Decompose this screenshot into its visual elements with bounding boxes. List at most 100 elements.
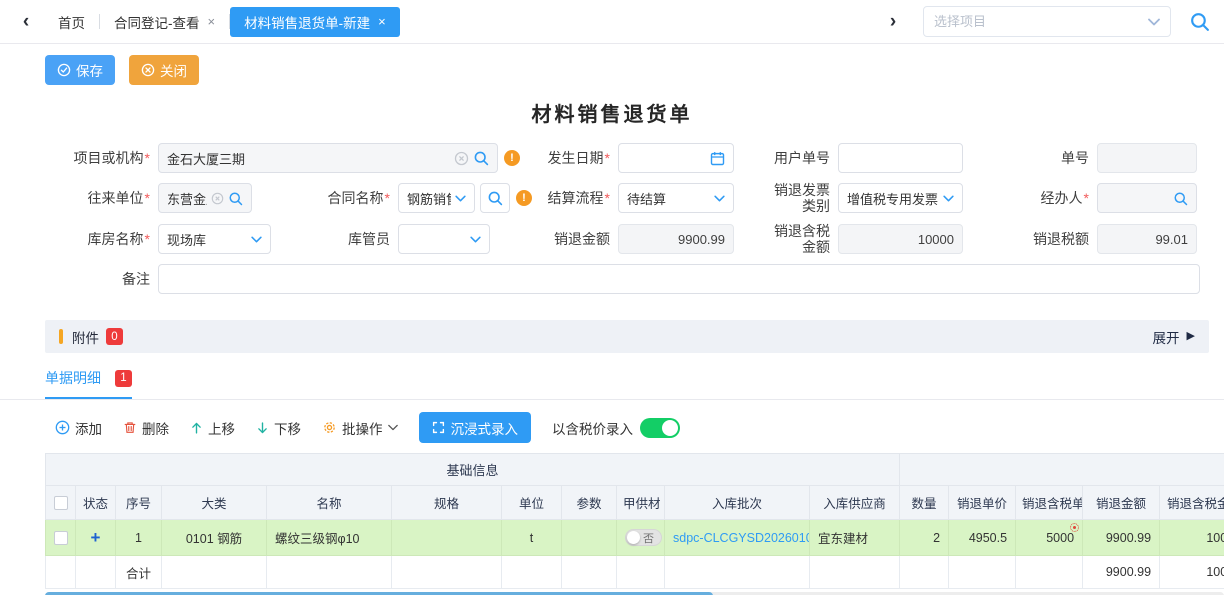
- delete-row-button[interactable]: 删除: [123, 418, 169, 438]
- group-header-basic-info: 基础信息: [46, 454, 900, 486]
- project-select[interactable]: [923, 6, 1171, 37]
- amount-field: 9900.99: [618, 224, 734, 254]
- cell-spec[interactable]: [392, 520, 502, 556]
- col-inbound-batch: 入库批次: [665, 486, 810, 520]
- cell-param[interactable]: [562, 520, 617, 556]
- invoice-type-select[interactable]: 增值税专用发票: [838, 183, 963, 213]
- select-all-header: [46, 486, 76, 520]
- attachment-bar[interactable]: 附件 0 展开 ▶: [45, 320, 1209, 353]
- tax-entry-toggle-group: 以含税价录入: [552, 418, 680, 438]
- cell-inbound-supplier[interactable]: 宜东建材: [810, 520, 900, 556]
- col-category: 大类: [162, 486, 267, 520]
- tab-contract-view[interactable]: 合同登记-查看 ×: [100, 7, 229, 37]
- invoice-type-label: 销退发票类别: [743, 182, 838, 214]
- search-icon[interactable]: [1189, 11, 1210, 32]
- calendar-icon[interactable]: [710, 151, 725, 166]
- doc-no-label: 单号: [975, 150, 1097, 166]
- project-field[interactable]: 金石大厦三期: [158, 143, 498, 173]
- action-bar: 保存 关闭: [45, 55, 1224, 85]
- remark-input[interactable]: [167, 272, 1191, 287]
- row-status-cell[interactable]: +: [76, 520, 116, 556]
- contract-select[interactable]: 钢筋销售: [398, 183, 475, 213]
- header-form: 项目或机构* 金石大厦三期 ! 发生日期* 用户单号: [40, 143, 1212, 294]
- info-icon[interactable]: !: [516, 190, 532, 206]
- counterparty-field[interactable]: 东营金辰建: [158, 183, 252, 213]
- select-all-checkbox[interactable]: [54, 496, 68, 510]
- search-icon[interactable]: [228, 191, 243, 206]
- date-input[interactable]: [627, 151, 706, 166]
- tab-contract-view-label: 合同登记-查看: [114, 12, 200, 32]
- modified-cell-marker: [1070, 523, 1079, 532]
- date-label: 发生日期*: [533, 150, 618, 166]
- summary-empty-cell: [392, 556, 502, 589]
- arrow-up-icon: [190, 421, 203, 435]
- remark-field[interactable]: [158, 264, 1200, 294]
- clear-icon[interactable]: [211, 192, 224, 205]
- cell-price-tax[interactable]: 5000: [1016, 520, 1083, 556]
- gear-icon: [322, 420, 337, 435]
- user-no-field[interactable]: [838, 143, 963, 173]
- fullscreen-icon: [432, 421, 445, 434]
- summary-empty-cell: [810, 556, 900, 589]
- immersive-entry-button[interactable]: 沉浸式录入: [419, 412, 532, 443]
- plus-circle-icon: [55, 420, 70, 435]
- chevron-down-icon: [470, 236, 481, 243]
- close-icon[interactable]: ×: [208, 14, 216, 29]
- cell-category[interactable]: 0101 钢筋: [162, 520, 267, 556]
- chevron-down-icon: [943, 195, 954, 202]
- contract-search-button[interactable]: [480, 183, 510, 213]
- user-no-input[interactable]: [847, 151, 954, 166]
- project-select-input[interactable]: [934, 14, 1142, 29]
- project-label: 项目或机构*: [40, 150, 158, 166]
- close-icon[interactable]: ×: [378, 14, 386, 29]
- handler-field[interactable]: [1097, 183, 1197, 213]
- cell-amount: 9900.99: [1083, 520, 1160, 556]
- col-seq: 序号: [116, 486, 162, 520]
- tax-entry-toggle[interactable]: [640, 418, 680, 438]
- info-icon[interactable]: !: [504, 150, 520, 166]
- tax-entry-toggle-label: 以含税价录入: [552, 418, 633, 438]
- batch-operations-button[interactable]: 批操作: [322, 418, 398, 438]
- arrow-down-icon: [256, 421, 269, 435]
- counterparty-label: 往来单位*: [40, 190, 158, 206]
- detail-tab-strip: 单据明细 1: [0, 368, 1224, 400]
- contract-label: 合同名称*: [325, 190, 398, 206]
- chevron-down-icon[interactable]: [1148, 18, 1160, 26]
- topbar-right: ›: [881, 6, 1210, 37]
- tab-home[interactable]: 首页: [44, 7, 99, 37]
- grid-toolbar: 添加 删除 上移 下移 批操作 沉浸式录入 以含税价录入: [55, 412, 1224, 443]
- cell-qty[interactable]: 2: [900, 520, 949, 556]
- tabs-forward-icon[interactable]: ›: [881, 11, 905, 33]
- settle-flow-select[interactable]: 待结算: [618, 183, 734, 213]
- tabs-back-icon[interactable]: ‹: [14, 11, 38, 33]
- form-row-1: 项目或机构* 金石大厦三期 ! 发生日期* 用户单号: [40, 143, 1212, 173]
- detail-count-badge: 1: [115, 370, 132, 387]
- search-icon[interactable]: [1173, 191, 1188, 206]
- chevron-down-icon: [455, 195, 466, 202]
- add-subrow-icon[interactable]: +: [91, 528, 101, 547]
- column-header-row: 状态 序号 大类 名称 规格 单位 参数 甲供材 入库批次 入库供应商 数量 销…: [46, 486, 1224, 520]
- inbound-batch-link[interactable]: sdpc-CLCGYSD2026010: [673, 531, 810, 545]
- save-button[interactable]: 保存: [45, 55, 115, 85]
- move-down-button[interactable]: 下移: [256, 418, 301, 438]
- cell-unit[interactable]: t: [502, 520, 562, 556]
- cell-name[interactable]: 螺纹三级钢φ10: [267, 520, 392, 556]
- owner-supplied-toggle[interactable]: 否: [625, 529, 662, 546]
- summary-empty-cell: [267, 556, 392, 589]
- summary-empty-cell: [949, 556, 1016, 589]
- close-button[interactable]: 关闭: [129, 55, 199, 85]
- search-icon[interactable]: [473, 150, 489, 166]
- attachment-expand-button[interactable]: 展开 ▶: [1153, 327, 1195, 347]
- row-checkbox[interactable]: [54, 531, 68, 545]
- cell-price[interactable]: 4950.5: [949, 520, 1016, 556]
- add-row-button[interactable]: 添加: [55, 418, 102, 438]
- col-spec: 规格: [392, 486, 502, 520]
- warehouse-keeper-select[interactable]: [398, 224, 490, 254]
- move-up-button[interactable]: 上移: [190, 418, 235, 438]
- clear-icon[interactable]: [454, 151, 469, 166]
- warehouse-select[interactable]: 现场库: [158, 224, 271, 254]
- save-button-label: 保存: [76, 60, 103, 80]
- tab-detail-lines[interactable]: 单据明细 1: [45, 368, 132, 399]
- tab-material-return-new[interactable]: 材料销售退货单-新建 ×: [230, 7, 400, 37]
- date-field[interactable]: [618, 143, 734, 173]
